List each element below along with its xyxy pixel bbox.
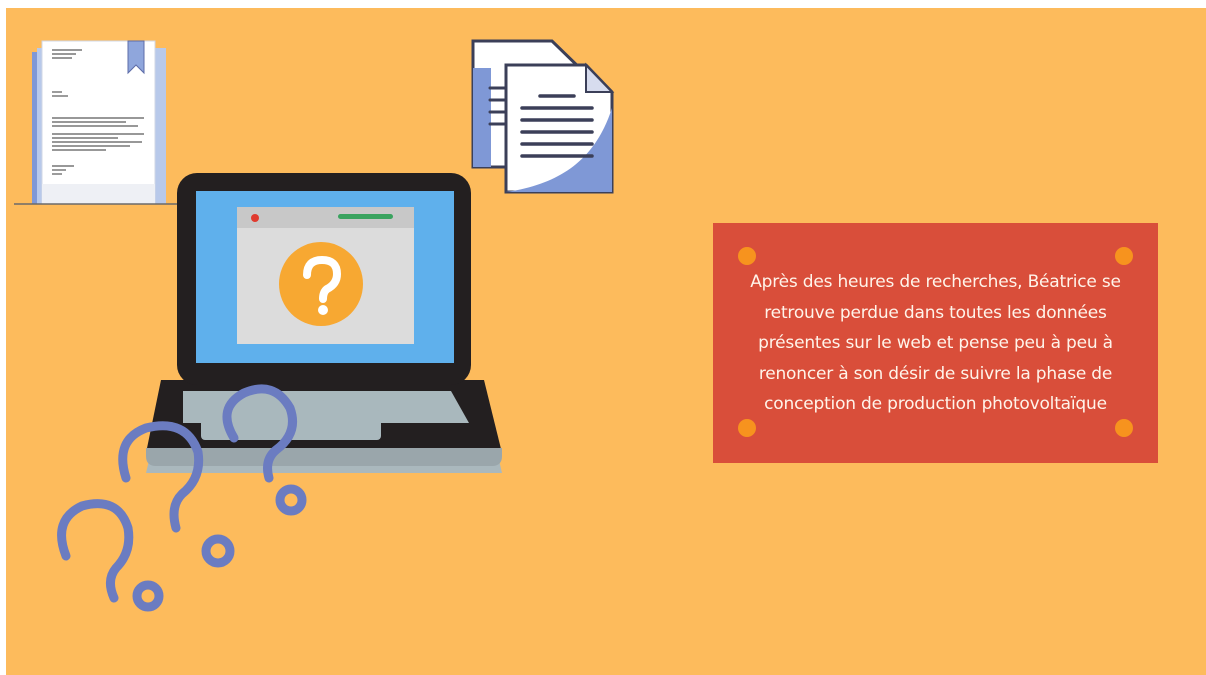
note-line: présentes sur le web et pense peu à peu …: [758, 333, 1113, 353]
note-line: retrouve perdue dans toutes les données: [764, 302, 1107, 323]
note-line: Après des heures de recherches, Béatrice…: [750, 272, 1121, 292]
pin-top-right: [1115, 247, 1133, 265]
pin-bottom-left: [738, 419, 756, 437]
note-line: conception de production photovoltaïque: [764, 394, 1107, 414]
document-icon: [14, 40, 182, 205]
note-card: Après des heures de recherches, Béatrice…: [713, 223, 1158, 463]
note-line: renoncer à son désir de suivre la phase …: [758, 363, 1113, 384]
copy-files-icon: [471, 39, 615, 194]
pin-bottom-right: [1115, 419, 1133, 437]
pin-top-left: [738, 247, 756, 265]
slide: Après des heures de recherches, Béatrice…: [6, 8, 1206, 675]
note-text: Après des heures de recherches, Béatrice…: [713, 267, 1158, 420]
laptop-icon: [146, 173, 502, 473]
